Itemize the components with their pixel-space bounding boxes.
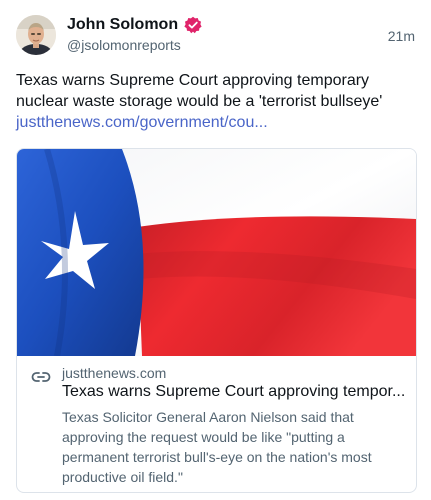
card-description-line: approving the request would be like "put…: [62, 429, 345, 445]
avatar-image: [16, 15, 56, 55]
link-icon: [31, 367, 51, 387]
post-text-line: Texas warns Supreme Court approving temp…: [16, 72, 370, 89]
card-body: justthenews.com Texas warns Supreme Cour…: [17, 356, 416, 492]
timestamp[interactable]: 21m: [388, 28, 415, 44]
texas-flag-image: [17, 149, 416, 357]
avatar[interactable]: [16, 15, 56, 55]
card-description: Texas Solicitor General Aaron Nielson sa…: [62, 407, 407, 487]
post-text-line: nuclear waste storage would be a 'terror…: [16, 93, 383, 110]
post-link[interactable]: justthenews.com/government/cou...: [16, 112, 416, 133]
post-text: Texas warns Supreme Court approving temp…: [16, 70, 416, 133]
author-name[interactable]: John Solomon: [67, 16, 178, 34]
author-row: John Solomon: [67, 14, 202, 36]
card-description-line: productive oil field.": [62, 469, 183, 485]
author-handle[interactable]: @jsolomonreports: [67, 37, 181, 53]
post: John Solomon @jsolomonreports 21m Texas …: [0, 0, 431, 500]
card-domain: justthenews.com: [62, 365, 167, 381]
card-description-line: permanent terrorist bull's-eye on the na…: [62, 449, 372, 465]
verified-badge-icon: [184, 16, 202, 34]
link-preview-card[interactable]: justthenews.com Texas warns Supreme Cour…: [16, 148, 417, 493]
card-description-line: Texas Solicitor General Aaron Nielson sa…: [62, 409, 354, 425]
card-title[interactable]: Texas warns Supreme Court approving temp…: [62, 383, 407, 401]
